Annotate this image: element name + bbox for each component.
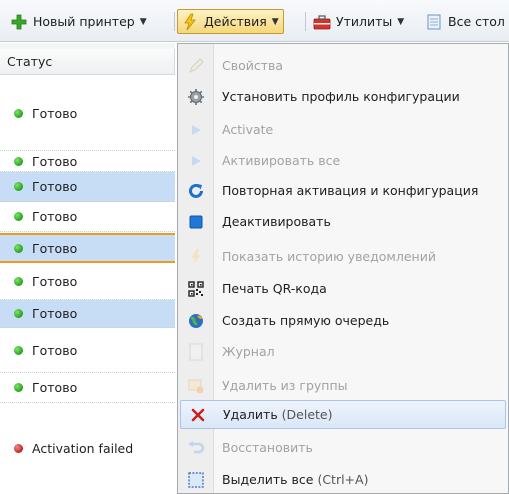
refresh-icon — [178, 176, 214, 205]
menu-item-activate-all[interactable]: Активировать все — [178, 146, 508, 175]
menu-item-select-all[interactable]: Выделить все (Ctrl+A) — [178, 465, 508, 494]
status-ok-icon — [14, 156, 23, 166]
status-cell: Готово — [32, 153, 78, 169]
menu-item-label: Удалить — [223, 407, 278, 422]
restore-icon — [178, 433, 214, 462]
status-cell: Готово — [32, 105, 78, 121]
toolbar: Новый принтер ▼ Действия ▼ Утилиты ▼ Все… — [0, 0, 509, 42]
status-cell: Готово — [32, 179, 78, 194]
status-cell: Готово — [32, 380, 78, 395]
lightning-icon — [181, 13, 199, 31]
status-error-icon — [14, 444, 23, 453]
select-all-icon — [178, 465, 214, 494]
toolbar-separator — [305, 12, 306, 31]
shortcut-hint: (Delete) — [281, 407, 333, 422]
status-ok-icon — [14, 182, 23, 191]
chevron-down-icon: ▼ — [271, 16, 279, 27]
actions-label: Действия — [204, 14, 267, 29]
table-row[interactable]: Готово — [0, 233, 175, 263]
chevron-down-icon: ▼ — [397, 16, 405, 27]
status-ok-icon — [14, 108, 23, 118]
table-row[interactable]: Готово — [0, 172, 175, 202]
utilities-button[interactable]: Утилиты ▼ — [309, 9, 409, 34]
menu-item-create-direct-queue[interactable]: Создать прямую очередь — [178, 306, 508, 335]
status-ok-icon — [14, 212, 23, 221]
qr-code-icon — [178, 274, 214, 303]
chevron-down-icon: ▼ — [139, 16, 147, 27]
delete-x-icon — [181, 400, 215, 429]
status-cell: Готово — [32, 306, 78, 321]
status-ok-icon — [14, 243, 23, 253]
status-ok-icon — [14, 383, 23, 392]
remove-from-group-icon — [178, 371, 214, 400]
gear-icon — [178, 82, 214, 111]
toolbar-separator — [174, 12, 175, 31]
menu-item-remove-from-group[interactable]: Удалить из группы — [178, 371, 508, 400]
status-cell: Готово — [32, 240, 78, 256]
lightning-icon — [178, 242, 214, 271]
menu-item-delete[interactable]: Удалить (Delete) — [180, 400, 506, 429]
menu-item-reactivate[interactable]: Повторная активация и конфигурация — [178, 176, 508, 205]
menu-item-activate[interactable]: Activate — [178, 115, 508, 144]
menu-item-label: Выделить все — [222, 472, 314, 487]
table-icon — [425, 13, 443, 31]
play-icon — [178, 115, 214, 144]
actions-menu: Свойства Установить профиль конфигурации… — [177, 43, 509, 494]
status-column-header[interactable]: Статус — [0, 49, 175, 75]
toolbox-icon — [313, 13, 331, 31]
table-row[interactable]: Готово — [0, 202, 175, 232]
menu-item-properties[interactable]: Свойства — [178, 51, 508, 80]
table-row[interactable]: Готово — [0, 373, 175, 403]
menu-item-restore[interactable]: Восстановить — [178, 433, 508, 462]
menu-item-journal[interactable]: Журнал — [178, 337, 508, 366]
status-ok-icon — [14, 277, 23, 286]
table-row[interactable]: Activation failed — [0, 403, 175, 494]
status-cell: Готово — [32, 209, 78, 224]
table-row[interactable]: Готово — [0, 328, 175, 373]
add-icon — [10, 13, 28, 31]
utilities-label: Утилиты — [336, 14, 393, 29]
play-icon — [178, 146, 214, 175]
new-printer-button[interactable]: Новый принтер ▼ — [6, 9, 152, 34]
menu-item-deactivate[interactable]: Деактивировать — [178, 207, 508, 236]
all-tables-button[interactable]: Все стол — [421, 9, 509, 34]
table-row[interactable]: Готово — [0, 300, 175, 328]
status-cell: Activation failed — [32, 441, 134, 456]
table-row[interactable]: Готово — [0, 264, 175, 300]
status-ok-icon — [14, 309, 23, 318]
new-printer-label: Новый принтер — [33, 14, 135, 29]
actions-button[interactable]: Действия ▼ — [177, 9, 284, 34]
table-row[interactable]: Готово — [0, 76, 175, 151]
status-ok-icon — [14, 345, 23, 355]
all-tables-label: Все стол — [448, 14, 505, 29]
status-cell: Готово — [32, 342, 78, 358]
menu-item-notification-history[interactable]: Показать историю уведомлений — [178, 242, 508, 271]
menu-item-print-qr[interactable]: Печать QR-кода — [178, 274, 508, 303]
pencil-icon — [178, 51, 214, 80]
table-row[interactable]: Готово — [0, 151, 175, 172]
status-cell: Готово — [32, 274, 78, 289]
menu-item-set-config-profile[interactable]: Установить профиль конфигурации — [178, 82, 508, 111]
shortcut-hint: (Ctrl+A) — [317, 472, 369, 487]
globe-icon — [178, 306, 214, 335]
journal-icon — [178, 337, 214, 366]
stop-icon — [178, 207, 214, 236]
